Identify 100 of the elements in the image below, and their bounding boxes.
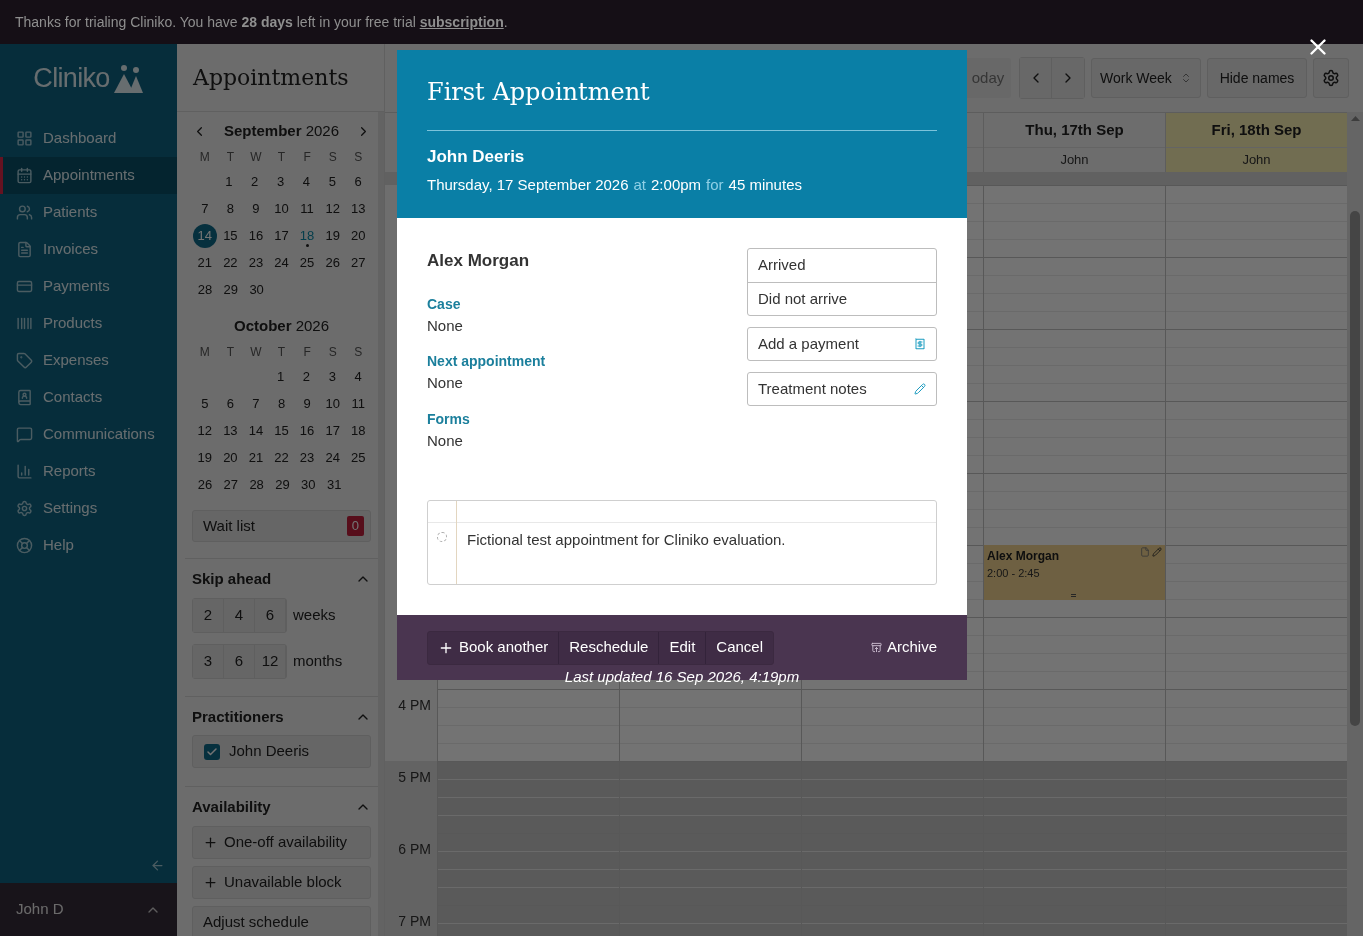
calendar-day[interactable]: 11 xyxy=(346,391,371,416)
subscription-link[interactable]: subscription xyxy=(419,13,504,30)
calendar-day[interactable]: 19 xyxy=(192,445,217,470)
calendar-day[interactable]: 31 xyxy=(322,472,347,497)
attendance-button[interactable]: Arrived xyxy=(748,249,936,282)
calendar-day[interactable]: 16 xyxy=(295,418,320,443)
calendar-day[interactable]: 28 xyxy=(244,472,269,497)
nav-item[interactable]: Expenses xyxy=(0,342,177,379)
calendar-day[interactable]: 9 xyxy=(295,391,320,416)
calendar-day[interactable]: 18 xyxy=(295,223,320,248)
calendar-day[interactable]: 29 xyxy=(270,472,295,497)
calendar-day[interactable]: 2 xyxy=(242,169,267,194)
availability-button[interactable]: One-off availability xyxy=(192,825,372,859)
nav-item[interactable]: Help xyxy=(0,527,177,564)
calendar-day[interactable]: 2 xyxy=(294,364,319,389)
view-select[interactable]: Work Week xyxy=(1091,58,1201,98)
nav-item[interactable]: Products xyxy=(0,305,177,342)
calendar-day[interactable]: 24 xyxy=(320,445,345,470)
calendar-day[interactable]: 19 xyxy=(320,223,345,248)
wait-list-button[interactable]: Wait list 0 xyxy=(192,510,372,542)
calendar-day[interactable]: 10 xyxy=(320,391,345,416)
calendar-day[interactable]: 8 xyxy=(269,391,294,416)
availability-button[interactable]: Unavailable block xyxy=(192,865,372,899)
skip-option[interactable]: 3 xyxy=(193,644,224,678)
calendar-day[interactable]: 21 xyxy=(192,250,217,275)
calendar-day[interactable]: 3 xyxy=(268,169,293,194)
calendar-day[interactable]: 17 xyxy=(269,223,294,248)
calendar-day[interactable]: 12 xyxy=(320,196,345,221)
calendar-day[interactable]: 25 xyxy=(295,250,320,275)
user-bar[interactable]: John D xyxy=(0,883,177,936)
calendar-day[interactable]: 26 xyxy=(192,472,217,497)
nav-item[interactable]: Patients xyxy=(0,194,177,231)
nav-item[interactable]: Contacts xyxy=(0,379,177,416)
calendar-day[interactable]: 16 xyxy=(243,223,268,248)
calendar-day[interactable]: 11 xyxy=(295,196,320,221)
calendar-day[interactable]: 14 xyxy=(192,223,217,248)
settings-button[interactable] xyxy=(1313,58,1349,98)
calendar-day[interactable]: 30 xyxy=(244,277,269,302)
scrollbar-thumb[interactable] xyxy=(1350,211,1360,726)
calendar-day[interactable]: 24 xyxy=(269,250,294,275)
archive-button[interactable]: Archive xyxy=(870,636,937,659)
calendar-day[interactable]: 7 xyxy=(243,391,268,416)
calendar-day[interactable]: 18 xyxy=(346,418,371,443)
footer-button[interactable]: Book another xyxy=(428,631,559,664)
nav-item[interactable]: Invoices xyxy=(0,231,177,268)
appointment-block[interactable]: Alex Morgan 2:00 - 2:45 xyxy=(984,545,1165,600)
calendar-day[interactable]: 15 xyxy=(269,418,294,443)
nav-item[interactable]: Communications xyxy=(0,416,177,453)
calendar-day[interactable]: 6 xyxy=(218,391,243,416)
calendar-day[interactable]: 5 xyxy=(320,169,345,194)
calendar-day[interactable]: 20 xyxy=(218,445,243,470)
calendar-day[interactable]: 4 xyxy=(294,169,319,194)
nav-item[interactable]: Settings xyxy=(0,490,177,527)
calendar-day[interactable]: 17 xyxy=(320,418,345,443)
calendar-day[interactable]: 4 xyxy=(346,364,371,389)
footer-button[interactable]: Cancel xyxy=(705,631,773,664)
calendar-day[interactable]: 22 xyxy=(269,445,294,470)
practitioner-option[interactable]: John Deeris xyxy=(192,735,372,768)
calendar-day[interactable]: 27 xyxy=(218,472,243,497)
availability-button[interactable]: Adjust schedule xyxy=(192,905,372,936)
footer-button[interactable]: Edit xyxy=(658,631,706,664)
calendar-day[interactable]: 12 xyxy=(192,418,217,443)
calendar-day[interactable]: 26 xyxy=(320,250,345,275)
calendar-day[interactable]: 29 xyxy=(218,277,243,302)
skip-option[interactable]: 4 xyxy=(224,598,255,632)
calendar-day[interactable]: 28 xyxy=(192,277,217,302)
skip-option[interactable]: 2 xyxy=(193,598,224,632)
skip-option[interactable]: 6 xyxy=(255,598,286,632)
skip-option[interactable]: 12 xyxy=(255,644,286,678)
calendar-day[interactable]: 14 xyxy=(243,418,268,443)
nav-item[interactable]: Appointments xyxy=(0,157,177,194)
calendar-day[interactable]: 25 xyxy=(346,445,371,470)
calendar-day[interactable]: 7 xyxy=(192,196,217,221)
checkbox[interactable] xyxy=(204,743,220,760)
calendar-day[interactable]: 21 xyxy=(243,445,268,470)
calendar-day[interactable]: 22 xyxy=(218,250,243,275)
calendar-day[interactable]: 13 xyxy=(218,418,243,443)
action-button[interactable]: Add a payment xyxy=(747,327,937,361)
nav-item[interactable]: Dashboard xyxy=(0,120,177,157)
calendar-day[interactable]: 30 xyxy=(296,472,321,497)
calendar-day[interactable]: 8 xyxy=(218,196,243,221)
action-button[interactable]: Treatment notes xyxy=(747,372,937,406)
calendar-day[interactable]: 5 xyxy=(192,391,217,416)
calendar-day[interactable]: 23 xyxy=(295,445,320,470)
calendar-day[interactable]: 23 xyxy=(243,250,268,275)
calendar-day[interactable]: 13 xyxy=(346,196,371,221)
hide-names-button[interactable]: Hide names xyxy=(1207,58,1307,98)
skip-option[interactable]: 6 xyxy=(224,644,255,678)
resize-handle-icon[interactable] xyxy=(1071,594,1076,597)
calendar-day[interactable]: 3 xyxy=(320,364,345,389)
calendar-day[interactable]: 6 xyxy=(346,169,371,194)
calendar-day[interactable]: 15 xyxy=(218,223,243,248)
nav-item[interactable]: Reports xyxy=(0,453,177,490)
nav-item[interactable]: Payments xyxy=(0,268,177,305)
scroll-up-icon[interactable] xyxy=(1350,116,1360,121)
calendar-day[interactable]: 20 xyxy=(346,223,371,248)
calendar-day[interactable]: 1 xyxy=(268,364,293,389)
calendar-day[interactable]: 27 xyxy=(346,250,371,275)
collapse-icon[interactable] xyxy=(150,858,165,873)
calendar-day[interactable]: 9 xyxy=(243,196,268,221)
